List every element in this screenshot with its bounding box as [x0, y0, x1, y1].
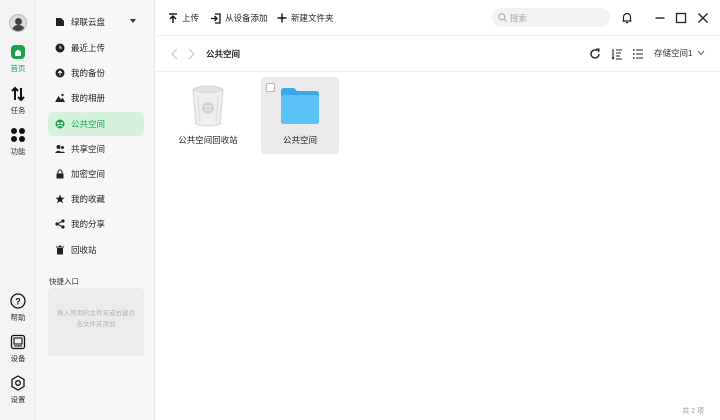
help-icon: ?: [10, 293, 26, 309]
list-view-icon[interactable]: [632, 48, 644, 60]
sidebar-item-my-shares[interactable]: 我的分享: [48, 212, 144, 236]
sidebar-item-label: 我的相册: [71, 93, 106, 103]
bell-icon[interactable]: [620, 11, 634, 25]
file-item-public-space[interactable]: 公共空间: [261, 77, 339, 154]
maximize-icon[interactable]: [674, 11, 688, 25]
rail-item-label: 设备: [10, 354, 26, 363]
file-name: 公共空间: [282, 135, 317, 145]
new-folder-button[interactable]: 新建文件夹: [277, 11, 334, 25]
sidebar: 绿联云盘 最近上传 我的备份 我的相册 公共空间 共享空间 加密空间 我的收藏 …: [36, 0, 155, 420]
rail-item-label: 首页: [10, 64, 26, 73]
sidebar-item-label: 我的收藏: [71, 194, 106, 204]
sidebar-item-drive[interactable]: 绿联云盘: [48, 10, 144, 34]
back-arrow-icon[interactable]: [170, 48, 180, 60]
new-folder-label: 新建文件夹: [291, 13, 334, 23]
svg-text:?: ?: [15, 297, 21, 307]
sidebar-item-favorites[interactable]: 我的收藏: [48, 187, 144, 211]
rail-item-home[interactable]: 首页: [0, 44, 36, 74]
rail-item-devices[interactable]: 设备: [0, 334, 36, 364]
storage-select-value: 存储空间1: [654, 48, 693, 58]
search-icon: [498, 13, 507, 22]
settings-icon: [11, 375, 25, 391]
upload-icon: [169, 12, 177, 23]
quick-access-title: 快捷入口: [49, 277, 79, 286]
people-icon: [55, 145, 65, 153]
chevron-down-icon: [697, 50, 705, 56]
rail-item-label: 帮助: [10, 313, 26, 322]
minimize-icon[interactable]: [653, 11, 667, 25]
sidebar-item-label: 我的分享: [71, 219, 106, 229]
sidebar-item-label: 加密空间: [71, 169, 106, 179]
apps-icon: [11, 128, 25, 142]
rail-item-features[interactable]: 功能: [0, 127, 36, 157]
sidebar-item-label: 回收站: [71, 245, 97, 255]
rail-item-label: 任务: [10, 106, 26, 115]
sidebar-item-recycle-bin[interactable]: 回收站: [48, 238, 144, 262]
left-rail: 首页 任务 功能 ? 帮助 设备 设置: [0, 0, 36, 420]
drive-icon: [56, 18, 64, 26]
search-input[interactable]: [510, 12, 600, 23]
clock-icon: [55, 43, 65, 53]
quick-access-dropzone[interactable]: 拖入常用的文件夹或右键点击文件夹添加: [48, 288, 144, 356]
sidebar-item-label: 最近上传: [71, 43, 106, 53]
forward-arrow-icon[interactable]: [186, 48, 196, 60]
close-icon[interactable]: [696, 11, 710, 25]
import-icon: [211, 12, 221, 24]
sidebar-item-recent-uploads[interactable]: 最近上传: [48, 36, 144, 60]
transfer-icon: [11, 86, 25, 102]
sidebar-item-label: 我的备份: [71, 68, 106, 78]
toolbar: 上传 从设备添加 新建文件夹: [156, 0, 720, 36]
rail-item-help[interactable]: ? 帮助: [0, 293, 36, 323]
rail-item-settings[interactable]: 设置: [0, 375, 36, 405]
share-icon: [55, 219, 65, 229]
device-icon: [10, 334, 26, 350]
item-count: 共 2 项: [682, 408, 704, 415]
lock-icon: [56, 169, 64, 179]
avatar[interactable]: [9, 14, 27, 32]
file-item-recycle[interactable]: 公共空间回收站: [169, 77, 247, 154]
upload-label: 上传: [182, 13, 200, 23]
sort-icon[interactable]: [611, 48, 623, 60]
shared-space-icon: [55, 119, 65, 129]
sidebar-item-album[interactable]: 我的相册: [48, 86, 144, 110]
sidebar-item-label: 绿联云盘: [71, 17, 106, 27]
sidebar-item-shared-space[interactable]: 共享空间: [48, 137, 144, 161]
star-icon: [55, 194, 65, 204]
home-icon: [11, 45, 25, 59]
rail-item-tasks[interactable]: 任务: [0, 86, 36, 116]
rail-item-label: 功能: [10, 147, 26, 156]
rail-item-label: 设置: [10, 395, 26, 404]
breadcrumb: 公共空间: [206, 49, 241, 59]
search-box[interactable]: [492, 8, 610, 27]
photo-icon: [55, 93, 65, 102]
select-checkbox[interactable]: [266, 83, 275, 92]
refresh-icon[interactable]: [589, 48, 601, 60]
sidebar-item-backup[interactable]: 我的备份: [48, 61, 144, 85]
file-grid: 公共空间回收站 公共空间 共 2 项: [156, 72, 720, 420]
file-name: 公共空间回收站: [178, 135, 238, 145]
add-from-device-button[interactable]: 从设备添加: [210, 11, 268, 25]
sidebar-item-encrypted-space[interactable]: 加密空间: [48, 162, 144, 186]
quick-access-hint: 拖入常用的文件夹或右键点击文件夹添加: [57, 310, 135, 328]
sidebar-item-label: 共享空间: [71, 144, 106, 154]
folder-icon: [281, 88, 319, 124]
upload-button[interactable]: 上传: [168, 11, 199, 25]
trash-icon: [56, 245, 64, 255]
plus-icon: [277, 13, 287, 23]
sidebar-item-public-space[interactable]: 公共空间: [48, 112, 144, 136]
chevron-down-icon[interactable]: [130, 19, 136, 23]
cloud-icon: [55, 68, 65, 78]
add-from-device-label: 从设备添加: [225, 13, 268, 23]
path-bar: 公共空间 存储空间1: [156, 36, 720, 72]
recycle-bin-icon: [192, 85, 224, 127]
sidebar-item-label: 公共空间: [71, 119, 106, 129]
storage-select[interactable]: 存储空间1: [654, 47, 705, 59]
